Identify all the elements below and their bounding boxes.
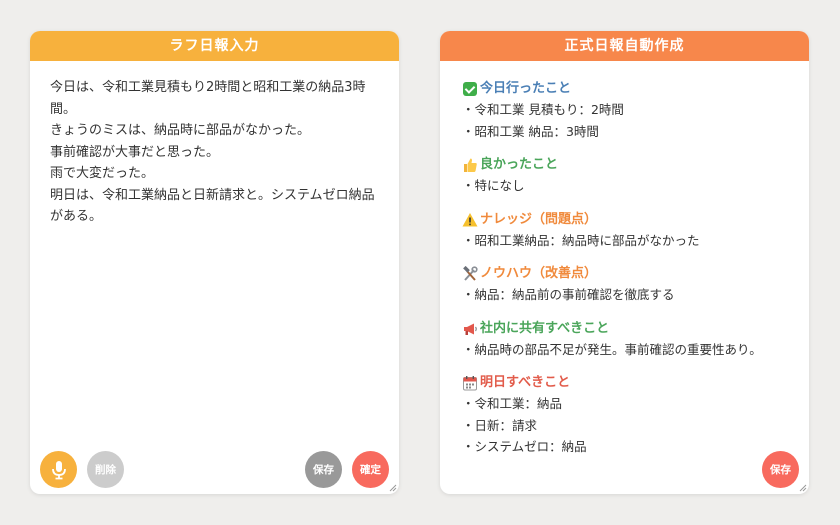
calendar-icon [462, 375, 478, 391]
mic-button[interactable] [40, 451, 77, 488]
section-share: 社内に共有すべきこと ・納品時の部品不足が発生。事前確認の重要性あり。 [462, 319, 797, 361]
list-item: ・納品：納品前の事前確認を徹底する [462, 287, 675, 302]
list-item: ・特になし [462, 178, 525, 193]
list-item: ・令和工業 見積もり：2時間 [462, 102, 624, 117]
formal-report-content: 今日行ったこと ・令和工業 見積もり：2時間 ・昭和工業 納品：3時間 良かった… [462, 79, 797, 471]
section-heading: 良かったこと [480, 157, 559, 172]
rough-report-panel: ラフ日報入力 今日は、令和工業見積もり2時間と昭和工業の納品3時間。 きょうのミ… [30, 31, 399, 494]
formal-report-panel: 正式日報自動作成 今日行ったこと ・令和工業 見積もり：2時間 ・昭和工業 納品… [440, 31, 809, 494]
list-item: ・システムゼロ：納品 [462, 439, 587, 454]
formal-report-title: 正式日報自動作成 [440, 31, 809, 61]
section-today-done: 今日行ったこと ・令和工業 見積もり：2時間 ・昭和工業 納品：3時間 [462, 79, 797, 142]
resize-grip-icon[interactable] [799, 484, 807, 492]
rough-report-textarea[interactable]: 今日は、令和工業見積もり2時間と昭和工業の納品3時間。 きょうのミスは、納品時に… [50, 77, 382, 228]
confirm-button[interactable]: 確定 [352, 451, 389, 488]
thumbs-up-icon [462, 157, 478, 173]
resize-grip-icon[interactable] [389, 484, 397, 492]
list-item: ・日新：請求 [462, 417, 538, 433]
megaphone-icon [462, 321, 478, 337]
section-tomorrow: 明日すべきこと ・令和工業：納品 ・日新：請求 ・システムゼロ：納品 [462, 373, 797, 458]
section-heading: ナレッジ（問題点） [480, 211, 598, 227]
warning-icon [462, 212, 478, 228]
save-button[interactable]: 保存 [305, 451, 342, 488]
list-item: ・納品時の部品不足が発生。事前確認の重要性あり。 [462, 341, 762, 357]
list-item: ・昭和工業 納品：3時間 [462, 123, 599, 139]
section-knowhow: ノウハウ（改善点） ・納品：納品前の事前確認を徹底する [462, 264, 797, 306]
hammer-wrench-icon [462, 265, 478, 282]
rough-report-title: ラフ日報入力 [30, 31, 399, 61]
section-good-points: 良かったこと ・特になし [462, 155, 797, 197]
formal-save-button[interactable]: 保存 [762, 451, 799, 488]
list-item: ・昭和工業納品：納品時に部品がなかった [462, 232, 700, 248]
check-mark-icon [462, 81, 478, 97]
section-knowledge: ナレッジ（問題点） ・昭和工業納品：納品時に部品がなかった [462, 210, 797, 252]
delete-button[interactable]: 削除 [87, 451, 124, 488]
section-heading: 今日行ったこと [480, 81, 572, 96]
section-heading: 社内に共有すべきこと [480, 320, 610, 336]
section-heading: 明日すべきこと [480, 375, 571, 390]
list-item: ・令和工業：納品 [462, 396, 563, 411]
section-heading: ノウハウ（改善点） [480, 266, 598, 281]
microphone-icon [51, 460, 66, 479]
